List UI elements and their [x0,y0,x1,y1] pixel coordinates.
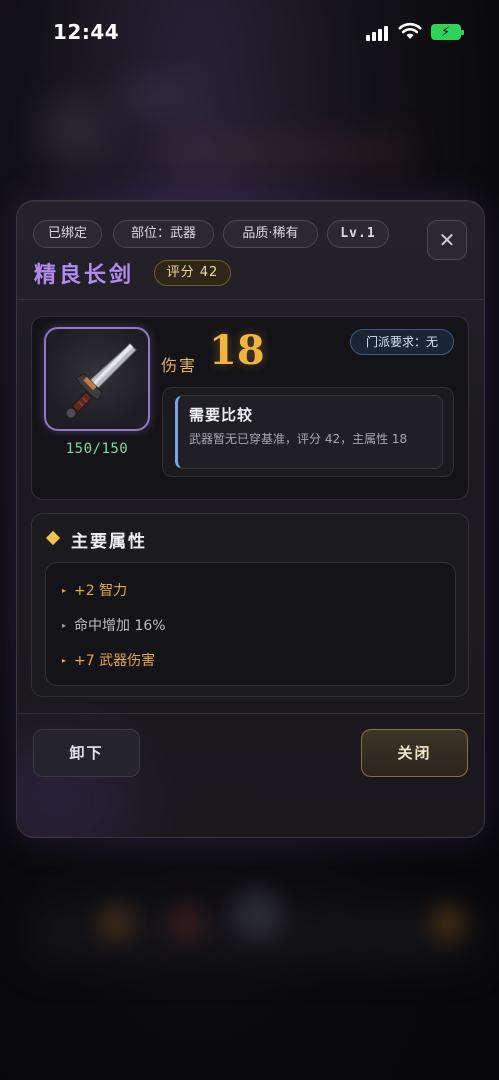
background-blur [98,905,134,941]
compare-description: 武器暂无已穿基准，评分 42，主属性 18 [189,432,408,446]
close-icon: ✕ [438,228,456,252]
compare-title: 需要比较 [189,406,254,424]
item-icon-frame[interactable] [44,327,150,431]
durability-value: 150/150 [65,441,129,457]
item-detail-panel: 已绑定 部位：武器 品质·稀有 Lv.1 ✕ 精良长剑 评分 42 150/15… [16,200,485,838]
bullet-icon: ▸ [62,621,67,630]
bullet-icon: ▸ [62,586,67,595]
item-stats-card: 150/150 伤害 18 门派要求：无 需要比较 武器暂无已穿基准，评分 42… [31,316,469,500]
damage-value: 18 [209,327,265,374]
wifi-icon [398,22,422,39]
compare-notice: 需要比较 武器暂无已穿基准，评分 42，主属性 18 [175,395,443,469]
score-badge: 评分 42 [154,260,231,286]
close-button[interactable]: 关闭 [361,729,468,777]
attribute-row: ▸ +7 武器伤害 [62,650,155,670]
attribute-text: 命中增加 16% [74,618,166,634]
compare-box: 需要比较 武器暂无已穿基准，评分 42，主属性 18 [162,387,454,477]
attribute-row: ▸ 命中增加 16% [62,615,166,635]
background-blur [40,95,110,165]
background-blur [168,905,204,941]
damage-label: 伤害 [161,356,198,375]
tag-bound: 已绑定 [33,220,102,248]
attribute-text: +2 智力 [74,583,128,599]
attribute-row: ▸ +2 智力 [62,580,127,600]
sect-requirement-badge: 门派要求：无 [350,329,454,355]
diamond-icon [45,530,61,546]
attribute-text: +7 武器伤害 [74,653,156,669]
divider [17,299,484,300]
unequip-button[interactable]: 卸下 [33,729,140,777]
status-time: 12:44 [53,20,120,44]
status-bar: 12:44 ⚡ [0,0,499,64]
bullet-icon: ▸ [62,656,67,665]
tag-slot: 部位：武器 [113,220,214,248]
tag-quality: 品质·稀有 [223,220,318,248]
attributes-list: ▸ +2 智力 ▸ 命中增加 16% ▸ +7 武器伤害 [45,562,456,686]
close-icon-button[interactable]: ✕ [427,220,467,260]
sword-icon [65,343,137,419]
background-blur [430,905,466,941]
tag-level: Lv.1 [327,220,389,248]
item-name: 精良长剑 [34,263,135,288]
background-blur [120,85,190,107]
background-blur [160,145,410,159]
cellular-signal-icon [366,25,388,41]
attributes-title: 主要属性 [71,532,147,552]
battery-icon: ⚡ [431,24,464,40]
background-blur [232,890,282,940]
divider [17,713,484,714]
main-attributes-card: 主要属性 ▸ +2 智力 ▸ 命中增加 16% ▸ +7 武器伤害 [31,513,469,697]
